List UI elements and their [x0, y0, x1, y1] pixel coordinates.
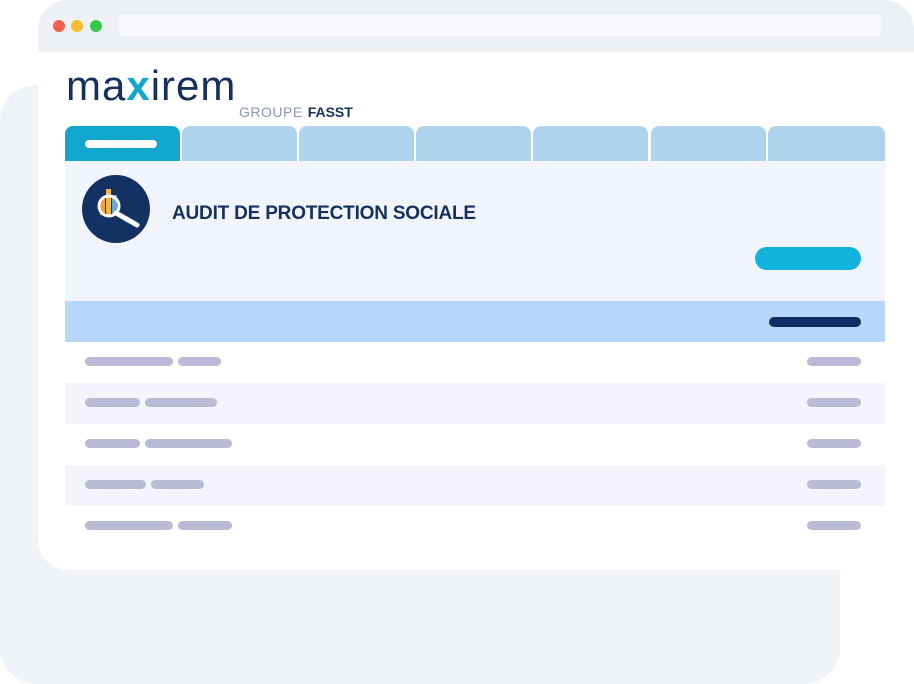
cell-placeholder: [145, 398, 217, 407]
value-placeholder: [807, 480, 861, 489]
address-bar[interactable]: [119, 14, 881, 36]
close-dot-icon[interactable]: [53, 20, 65, 32]
tab-bar: [65, 126, 885, 161]
cell-placeholder: [151, 480, 204, 489]
value-placeholder: [807, 357, 861, 366]
tab-7[interactable]: [768, 126, 885, 161]
action-button[interactable]: [755, 247, 861, 270]
cell-placeholder: [145, 439, 232, 448]
browser-window: maxirem GROUPE FASST AUDIT DE PROTECTION …: [38, 0, 914, 570]
logo-x-mark: x: [126, 62, 151, 109]
tab-5[interactable]: [533, 126, 648, 161]
audit-magnifier-chart-icon: [82, 175, 150, 243]
header-placeholder: [769, 317, 861, 327]
table-header: [65, 301, 885, 342]
value-placeholder: [807, 521, 861, 530]
tab-label-placeholder: [85, 140, 157, 148]
window-titlebar: [38, 0, 914, 52]
maximize-dot-icon[interactable]: [90, 20, 102, 32]
table-row[interactable]: [65, 342, 885, 383]
value-placeholder: [807, 439, 861, 448]
tab-6[interactable]: [651, 126, 766, 161]
tab-3[interactable]: [299, 126, 414, 161]
table-row[interactable]: [65, 383, 885, 424]
header-panel: AUDIT DE PROTECTION SOCIALE: [65, 161, 885, 301]
minimize-dot-icon[interactable]: [71, 20, 83, 32]
page-title: AUDIT DE PROTECTION SOCIALE: [172, 203, 476, 224]
tab-2[interactable]: [182, 126, 297, 161]
table-row[interactable]: [65, 424, 885, 465]
tab-1[interactable]: [65, 126, 180, 161]
cell-placeholder: [85, 439, 140, 448]
cell-placeholder: [85, 480, 146, 489]
cell-placeholder: [85, 521, 173, 530]
tab-4[interactable]: [416, 126, 531, 161]
cell-placeholder: [85, 357, 173, 366]
logo-group-label: GROUPE FASST: [239, 104, 353, 120]
value-placeholder: [807, 398, 861, 407]
table-row[interactable]: [65, 465, 885, 506]
cell-placeholder: [178, 521, 232, 530]
logo-wordmark: maxirem: [66, 62, 237, 109]
cell-placeholder: [85, 398, 140, 407]
cell-placeholder: [178, 357, 221, 366]
table-row[interactable]: [65, 506, 885, 547]
maxirem-logo: maxirem GROUPE FASST: [66, 62, 353, 124]
